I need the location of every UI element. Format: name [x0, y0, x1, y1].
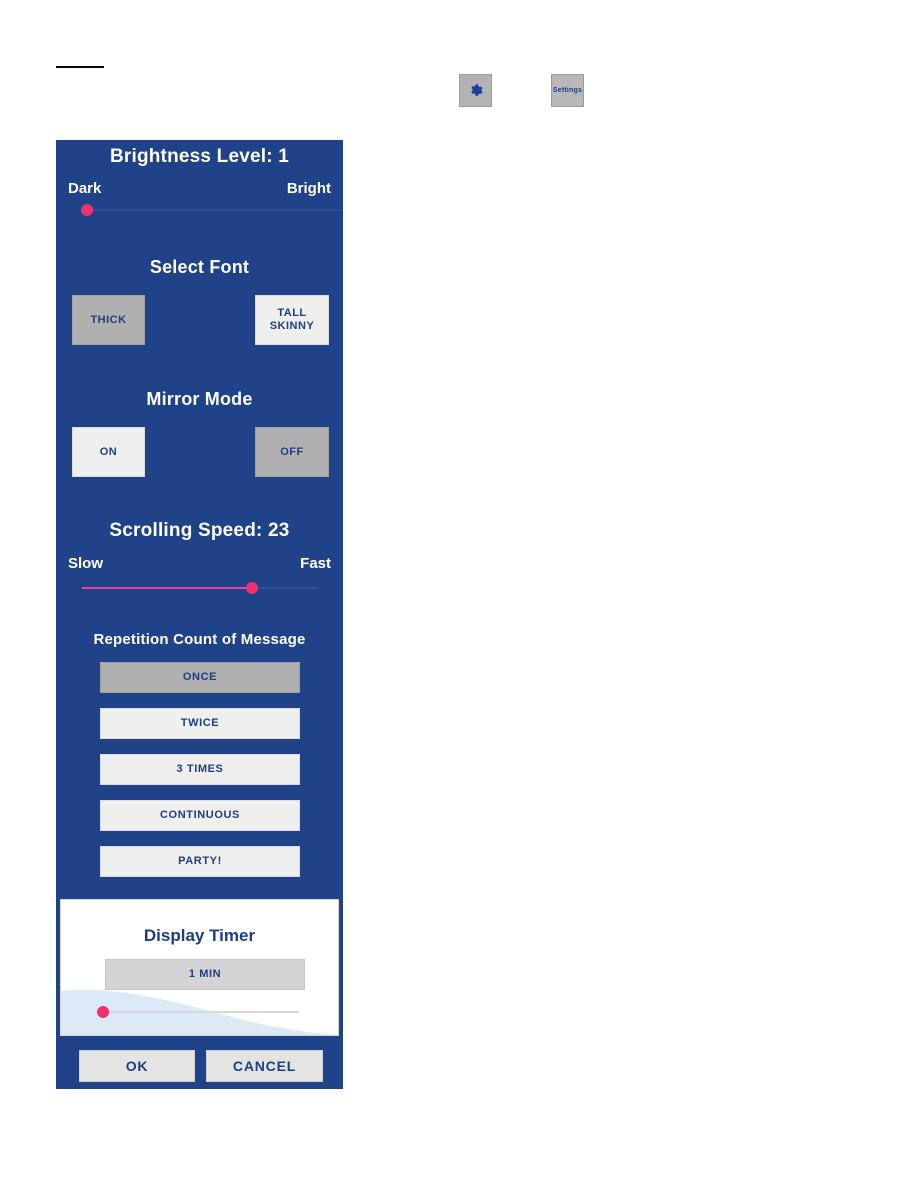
scrolling-speed-slider-thumb[interactable] [245, 582, 258, 594]
mirror-mode-on-label: ON [99, 445, 118, 458]
scrolling-speed-max-label: Fast [300, 555, 331, 572]
display-timer-card: Display Timer 1 MIN [60, 899, 339, 1036]
brightness-title: Brightness Level: 1 [109, 146, 290, 167]
font-option-tall-skinny[interactable]: TALL SKINNY [255, 295, 329, 345]
repetition-option-once-label: ONCE [182, 671, 218, 684]
gear-button[interactable] [459, 74, 492, 107]
gear-icon [471, 84, 483, 96]
settings-button-label: Settings [552, 87, 583, 94]
repetition-option-twice[interactable]: TWICE [100, 708, 300, 739]
repetition-option-party-label: PARTY! [178, 855, 222, 868]
brightness-slider-track [82, 209, 342, 211]
display-timer-slider-track [99, 1011, 299, 1013]
select-font-title: Select Font [149, 257, 250, 277]
repetition-option-continuous[interactable]: CONTINUOUS [100, 800, 300, 831]
repetition-option-party[interactable]: PARTY! [100, 846, 300, 877]
brightness-slider[interactable] [81, 202, 342, 218]
scrolling-speed-range-labels: Slow Fast [68, 555, 331, 572]
brightness-max-label: Bright [286, 180, 331, 197]
font-option-thick-label: THICK [90, 313, 127, 326]
brightness-range-labels: Dark Bright [68, 180, 331, 197]
brightness-slider-thumb[interactable] [81, 204, 94, 216]
repetition-option-continuous-label: CONTINUOUS [160, 809, 240, 822]
mirror-mode-on[interactable]: ON [72, 427, 145, 477]
scrolling-speed-slider[interactable] [82, 580, 318, 596]
cancel-button-label: CANCEL [232, 1057, 297, 1074]
mirror-mode-off[interactable]: OFF [255, 427, 329, 477]
repetition-option-3-times-label: 3 TIMES [176, 763, 224, 776]
cancel-button[interactable]: CANCEL [206, 1050, 323, 1082]
display-timer-slider-thumb[interactable] [97, 1006, 109, 1018]
ok-button-label: OK [125, 1057, 149, 1074]
settings-panel: Brightness Level: 1 Dark Bright Select F… [56, 140, 343, 1089]
font-option-tall-skinny-label: TALL SKINNY [269, 307, 315, 332]
mirror-mode-title: Mirror Mode [146, 389, 253, 409]
settings-button[interactable]: Settings [551, 74, 584, 107]
top-divider-rule [56, 66, 104, 68]
repetition-option-3-times[interactable]: 3 TIMES [100, 754, 300, 785]
scrolling-speed-title: Scrolling Speed: 23 [109, 520, 290, 541]
display-timer-slider[interactable] [97, 1004, 299, 1020]
scrolling-speed-min-label: Slow [68, 555, 104, 572]
repetition-option-once[interactable]: ONCE [100, 662, 300, 693]
repetition-title: Repetition Count of Message [93, 631, 306, 648]
brightness-min-label: Dark [68, 180, 102, 197]
mirror-mode-off-label: OFF [280, 445, 304, 458]
display-timer-title: Display Timer [143, 926, 256, 945]
font-option-thick[interactable]: THICK [72, 295, 145, 345]
scrolling-speed-slider-fill [82, 587, 252, 589]
repetition-option-twice-label: TWICE [180, 717, 220, 730]
ok-button[interactable]: OK [79, 1050, 195, 1082]
